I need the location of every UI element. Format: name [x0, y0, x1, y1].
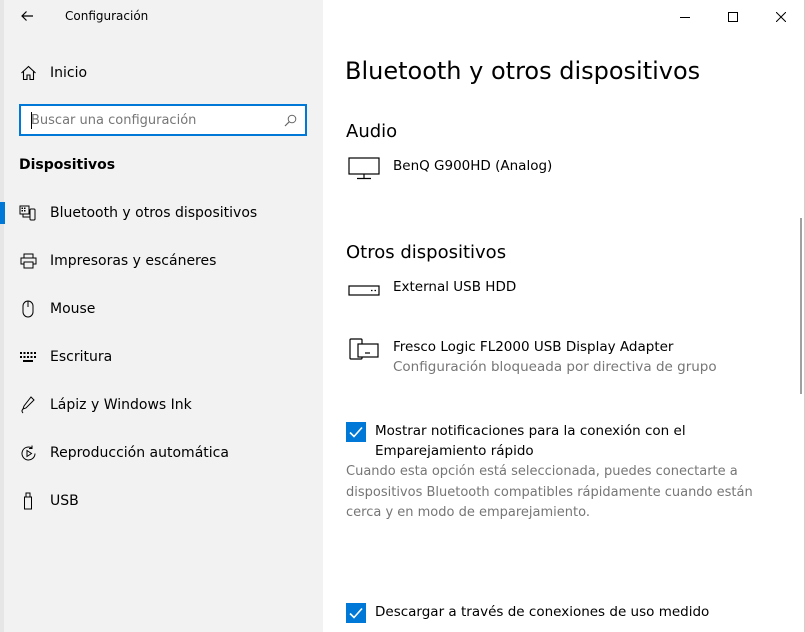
sidebar-item-printers[interactable]: Impresoras y escáneres: [0, 237, 323, 285]
app-title: Configuración: [65, 9, 149, 23]
sidebar-item-usb[interactable]: USB: [0, 477, 323, 525]
autoplay-icon: [19, 444, 37, 462]
sidebar-item-mouse[interactable]: Mouse: [0, 285, 323, 333]
drive-icon: [346, 275, 382, 303]
sidebar-item-label: Bluetooth y otros dispositivos: [50, 205, 258, 221]
usb-icon: [19, 492, 37, 510]
maximize-button[interactable]: [709, 0, 757, 33]
sidebar-section-title: Dispositivos: [19, 157, 116, 173]
sidebar: Configuración Inicio Dispositivos: [0, 0, 323, 632]
device-name: Fresco Logic FL2000 USB Display Adapter: [393, 339, 674, 355]
device-name: External USB HDD: [393, 279, 517, 295]
display-adapter-icon: [346, 335, 382, 363]
window-controls: [661, 0, 805, 33]
main-panel: Bluetooth y otros dispositivos Audio Ben…: [323, 0, 805, 632]
sidebar-item-label: Lápiz y Windows Ink: [50, 397, 192, 413]
search-box[interactable]: [19, 104, 307, 136]
back-button[interactable]: [16, 6, 38, 26]
active-indicator: [0, 202, 5, 224]
sidebar-item-label: Reproducción automática: [50, 445, 229, 461]
checkmark-icon: [349, 426, 363, 438]
checkmark-icon: [349, 607, 363, 619]
close-button[interactable]: [757, 0, 805, 33]
maximize-icon: [728, 11, 738, 22]
titlebar-left: Configuración: [0, 0, 323, 33]
device-benq[interactable]: BenQ G900HD (Analog): [346, 156, 552, 182]
back-arrow-icon: [21, 11, 33, 21]
swift-pair-label[interactable]: Mostrar notificaciones para la conexión …: [375, 421, 775, 461]
scrollbar-thumb[interactable]: [800, 218, 802, 394]
swift-pair-checkbox[interactable]: [346, 422, 366, 442]
other-devices-heading: Otros dispositivos: [346, 242, 507, 263]
metered-setting: Descargar a través de conexiones de uso …: [346, 602, 775, 623]
home-icon: [19, 64, 37, 82]
metered-checkbox[interactable]: [346, 603, 366, 623]
device-usb-hdd[interactable]: External USB HDD: [346, 277, 516, 303]
audio-heading: Audio: [346, 121, 398, 142]
printer-icon: [19, 252, 37, 270]
monitor-icon: [346, 154, 382, 182]
page-title: Bluetooth y otros dispositivos: [345, 57, 701, 85]
device-name: BenQ G900HD (Analog): [393, 158, 553, 174]
sidebar-item-label: Escritura: [50, 349, 113, 365]
sidebar-nav: Bluetooth y otros dispositivos Impresora…: [0, 189, 323, 525]
sidebar-item-typing[interactable]: Escritura: [0, 333, 323, 381]
text-caret: [31, 112, 32, 129]
minimize-icon: [680, 16, 690, 18]
mouse-icon: [19, 300, 37, 318]
sidebar-item-bluetooth[interactable]: Bluetooth y otros dispositivos: [0, 189, 323, 237]
keyboard-icon: [19, 348, 37, 366]
swift-pair-description: Cuando esta opción está seleccionada, pu…: [346, 464, 753, 520]
search-input[interactable]: [21, 106, 279, 134]
sidebar-item-label: USB: [50, 493, 79, 509]
bluetooth-devices-icon: [19, 204, 37, 222]
close-icon: [776, 11, 786, 22]
minimize-button[interactable]: [661, 0, 709, 33]
device-fresco-adapter[interactable]: Fresco Logic FL2000 USB Display Adapter …: [346, 337, 717, 377]
pen-icon: [19, 396, 37, 414]
sidebar-item-pen[interactable]: Lápiz y Windows Ink: [0, 381, 323, 429]
sidebar-item-autoplay[interactable]: Reproducción automática: [0, 429, 323, 477]
sidebar-item-label: Mouse: [50, 301, 96, 317]
home-link[interactable]: Inicio: [19, 62, 87, 84]
swift-pair-setting: Mostrar notificaciones para la conexión …: [346, 421, 775, 461]
sidebar-item-label: Impresoras y escáneres: [50, 253, 217, 269]
metered-label[interactable]: Descargar a través de conexiones de uso …: [375, 602, 775, 622]
device-status: Configuración bloqueada por directiva de…: [393, 359, 717, 375]
home-label: Inicio: [50, 65, 88, 81]
search-icon[interactable]: [279, 109, 301, 131]
